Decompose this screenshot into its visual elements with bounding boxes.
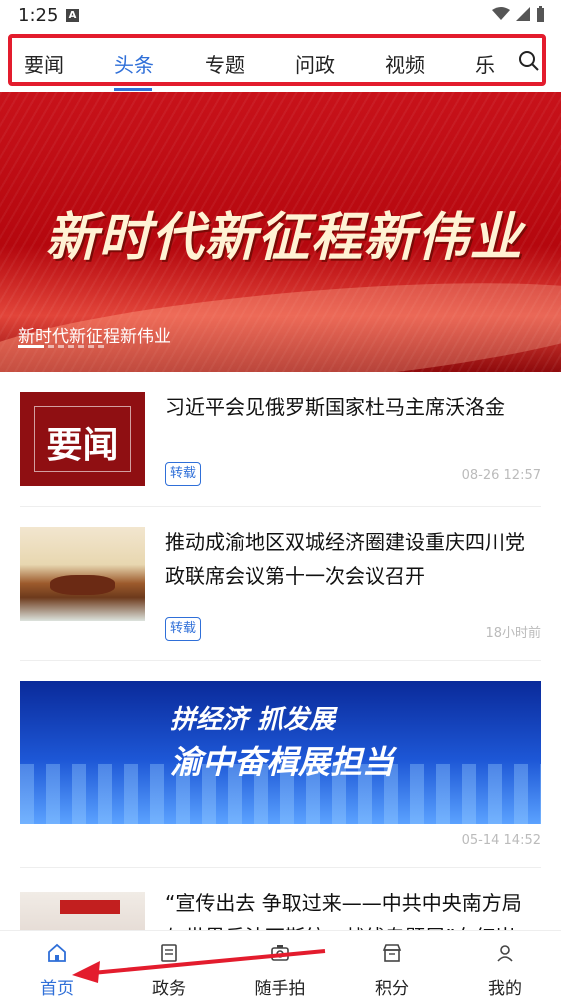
news-thumbnail — [20, 892, 145, 930]
user-icon — [497, 945, 513, 962]
news-banner-line2: 渝中奋楫展担当 — [170, 743, 395, 781]
carousel-dot — [88, 345, 94, 348]
tab-label: 随手拍 — [254, 979, 306, 999]
notification-a-icon: A — [66, 9, 79, 22]
news-time: 08-26 12:57 — [461, 468, 541, 483]
tab-label: 我的 — [488, 979, 522, 999]
news-item[interactable]: 要闻 习近平会见俄罗斯国家杜马主席沃洛金 转载 08-26 12:57 — [0, 372, 561, 506]
carousel-dot — [68, 345, 74, 348]
news-banner-image: 拼经济 抓发展 渝中奋楫展担当 — [20, 681, 541, 824]
news-banner-line1: 拼经济 抓发展 — [170, 705, 336, 735]
repost-tag: 转载 — [165, 462, 202, 486]
tab-label: 积分 — [375, 979, 409, 999]
repost-tag: 转载 — [165, 617, 202, 641]
tab-yaowen[interactable]: 要闻 — [24, 49, 64, 78]
thumb-banner — [60, 900, 120, 914]
tab-snap[interactable]: 随手拍 — [240, 931, 320, 999]
thumb-table — [50, 575, 115, 595]
hero-banner[interactable]: 新时代新征程新伟业 新时代新征程新伟业 — [0, 92, 561, 372]
active-tab-indicator — [114, 88, 152, 91]
news-item[interactable]: “宣传出去 争取过来——中共中央南方局与世界反法西斯统一战线专题展”在红岩 — [0, 868, 561, 930]
tab-mine[interactable]: 我的 — [465, 931, 545, 999]
tab-zhuanti[interactable]: 专题 — [205, 49, 245, 78]
news-title: 习近平会见俄罗斯国家杜马主席沃洛金 — [165, 395, 505, 419]
status-bar: 1:25 A — [0, 0, 561, 34]
home-icon — [48, 943, 66, 962]
thumb-label: 要闻 — [46, 425, 119, 466]
carousel-dot — [58, 345, 64, 348]
banner-wave — [0, 262, 561, 372]
news-title: 推动成渝地区双城经济圈建设重庆四川党政联席会议第十一次会议召开 — [165, 530, 525, 588]
tab-wenzheng[interactable]: 问政 — [295, 49, 335, 78]
tab-government[interactable]: 政务 — [129, 931, 209, 999]
banner-headline: 新时代新征程新伟业 — [45, 208, 523, 268]
status-time: 1:25 — [18, 5, 59, 26]
tab-shipin[interactable]: 视频 — [385, 49, 425, 78]
carousel-dot — [78, 345, 84, 348]
signal-icon — [516, 7, 530, 21]
news-thumbnail: 要闻 — [20, 392, 145, 486]
carousel-dot-active — [18, 345, 44, 348]
carousel-indicator — [18, 345, 104, 348]
bottom-tab-bar: 首页 政务 随手拍 积分 我的 — [0, 930, 561, 999]
news-time: 05-14 14:52 — [461, 833, 541, 848]
banner-caption: 新时代新征程新伟业 — [18, 327, 171, 347]
wifi-icon — [492, 7, 510, 20]
document-icon — [161, 944, 177, 962]
news-time: 18小时前 — [485, 626, 541, 641]
tab-le[interactable]: 乐 — [475, 49, 495, 78]
tab-points[interactable]: 积分 — [352, 931, 432, 999]
news-item-banner[interactable]: 拼经济 抓发展 渝中奋楫展担当 05-14 14:52 — [0, 661, 561, 867]
camera-icon — [271, 945, 289, 961]
news-thumbnail — [20, 527, 145, 621]
status-icons — [492, 6, 545, 22]
store-icon — [382, 944, 402, 962]
battery-icon — [537, 6, 544, 22]
carousel-dot — [48, 345, 54, 348]
search-icon[interactable] — [518, 50, 540, 72]
tab-label: 首页 — [40, 979, 74, 999]
news-title: “宣传出去 争取过来——中共中央南方局与世界反法西斯统一战线专题展”在红岩 — [165, 891, 522, 930]
carousel-dot — [98, 345, 104, 348]
news-item[interactable]: 推动成渝地区双城经济圈建设重庆四川党政联席会议第十一次会议召开 转载 18小时前 — [0, 507, 561, 660]
tab-label: 政务 — [152, 979, 186, 999]
tab-home[interactable]: 首页 — [17, 931, 97, 999]
tab-toutiao[interactable]: 头条 — [114, 49, 154, 78]
